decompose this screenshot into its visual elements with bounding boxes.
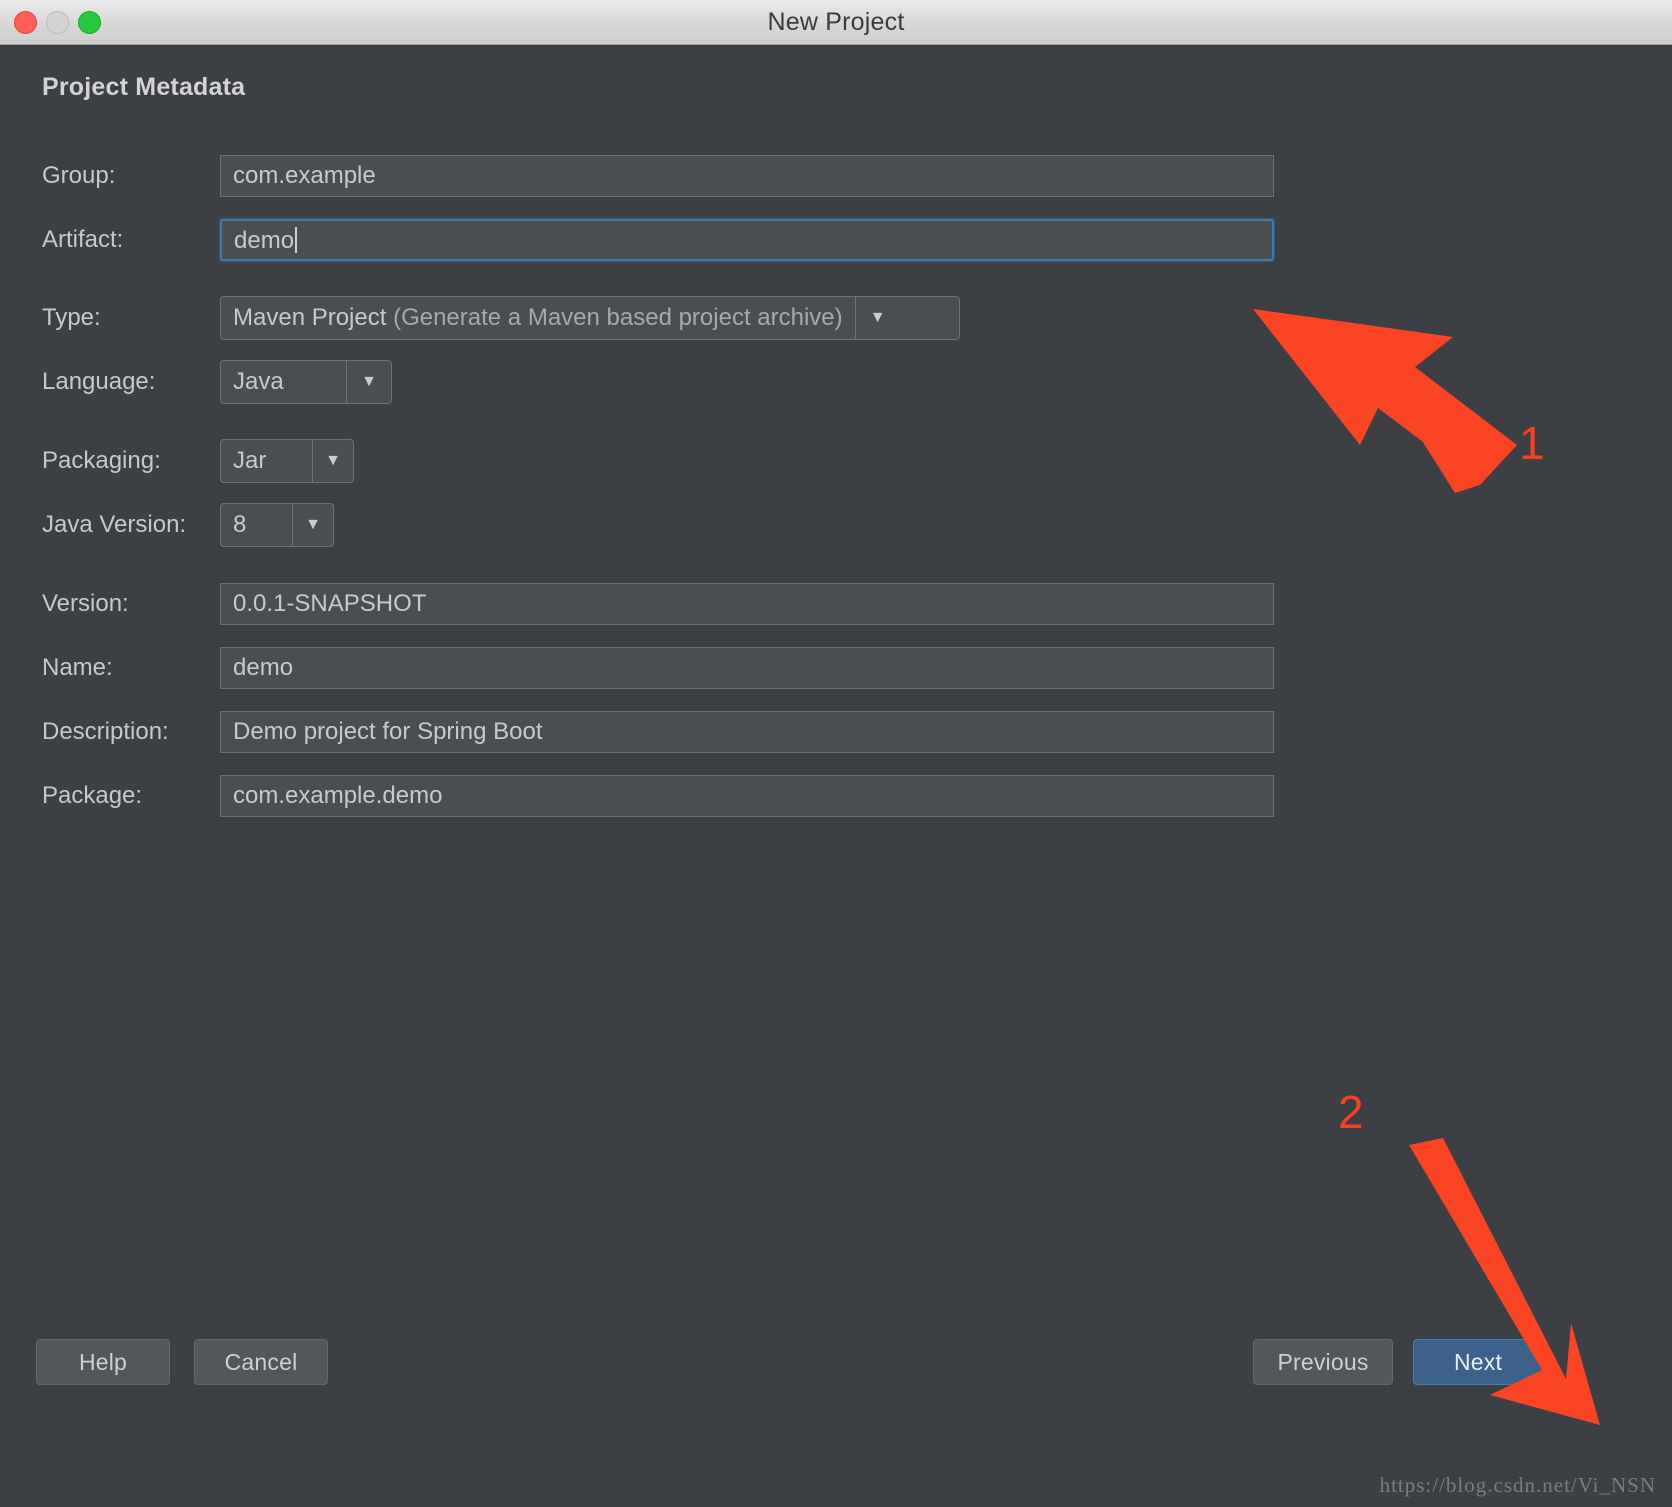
java-version-combobox[interactable]: 8 ▼ xyxy=(220,503,334,547)
type-combobox-main: Maven Project xyxy=(233,304,387,331)
new-project-dialog: New Project Project Metadata Group: com.… xyxy=(0,0,1672,1506)
artifact-input-value: demo xyxy=(234,227,295,254)
annotation-number-one: 1 xyxy=(1519,417,1545,469)
type-combobox-hint: (Generate a Maven based project archive) xyxy=(393,304,843,331)
next-button[interactable]: Next xyxy=(1413,1339,1543,1385)
window-controls xyxy=(14,0,101,44)
group-label: Group: xyxy=(42,162,116,189)
arrow-one-icon xyxy=(1253,309,1517,485)
previous-button[interactable]: Previous xyxy=(1253,1339,1393,1385)
artifact-label: Artifact: xyxy=(42,226,124,253)
chevron-down-icon[interactable]: ▼ xyxy=(312,440,353,482)
window-title: New Project xyxy=(767,7,905,36)
form-row-name: Name: demo xyxy=(42,647,1274,689)
arrow-one-shaft-icon xyxy=(1390,367,1480,493)
form-row-type: Type: Maven Project (Generate a Maven ba… xyxy=(42,296,960,340)
language-label: Language: xyxy=(42,368,156,395)
group-input[interactable]: com.example xyxy=(220,155,1274,197)
form-row-description: Description: Demo project for Spring Boo… xyxy=(42,711,1274,753)
form-row-packaging: Packaging: Jar ▼ xyxy=(42,439,354,483)
chevron-down-icon[interactable]: ▼ xyxy=(346,361,391,403)
java-version-label: Java Version: xyxy=(42,511,187,538)
chevron-down-icon[interactable]: ▼ xyxy=(292,504,333,546)
type-combobox-value: Maven Project (Generate a Maven based pr… xyxy=(221,297,855,339)
form-row-version: Version: 0.0.1-SNAPSHOT xyxy=(42,583,1274,625)
packaging-combobox[interactable]: Jar ▼ xyxy=(220,439,354,483)
package-label: Package: xyxy=(42,782,143,809)
chevron-down-icon[interactable]: ▼ xyxy=(854,297,900,339)
form-row-artifact: Artifact: demo xyxy=(42,219,1274,261)
cancel-button[interactable]: Cancel xyxy=(194,1339,328,1385)
maximize-button[interactable] xyxy=(78,10,101,34)
dialog-content: Project Metadata Group: com.example Arti… xyxy=(0,45,1672,1506)
name-label: Name: xyxy=(42,654,113,681)
language-combobox[interactable]: Java ▼ xyxy=(220,360,392,404)
title-bar: New Project xyxy=(0,0,1672,45)
form-row-java-version: Java Version: 8 ▼ xyxy=(42,503,334,547)
package-input[interactable]: com.example.demo xyxy=(220,775,1274,817)
form-row-language: Language: Java ▼ xyxy=(42,360,392,404)
text-caret xyxy=(295,227,298,253)
language-combobox-value: Java xyxy=(233,368,284,395)
version-input[interactable]: 0.0.1-SNAPSHOT xyxy=(220,583,1274,625)
page-title: Project Metadata xyxy=(42,73,246,101)
name-input[interactable]: demo xyxy=(220,647,1274,689)
form-row-package: Package: com.example.demo xyxy=(42,775,1274,817)
watermark-text: https://blog.csdn.net/Vi_NSN xyxy=(1379,1473,1656,1497)
close-button[interactable] xyxy=(14,10,37,34)
type-label: Type: xyxy=(42,304,101,331)
form-row-group: Group: com.example xyxy=(42,155,1274,197)
help-button[interactable]: Help xyxy=(36,1339,170,1385)
artifact-input[interactable]: demo xyxy=(220,219,1274,261)
java-version-combobox-value: 8 xyxy=(233,511,247,538)
description-label: Description: xyxy=(42,718,169,745)
type-combobox[interactable]: Maven Project (Generate a Maven based pr… xyxy=(220,296,960,340)
packaging-combobox-value: Jar xyxy=(233,447,267,474)
version-label: Version: xyxy=(42,590,129,617)
minimize-button[interactable] xyxy=(46,10,69,34)
packaging-label: Packaging: xyxy=(42,447,161,474)
description-input[interactable]: Demo project for Spring Boot xyxy=(220,711,1274,753)
annotation-label-two: 2 xyxy=(1338,1086,1364,1138)
